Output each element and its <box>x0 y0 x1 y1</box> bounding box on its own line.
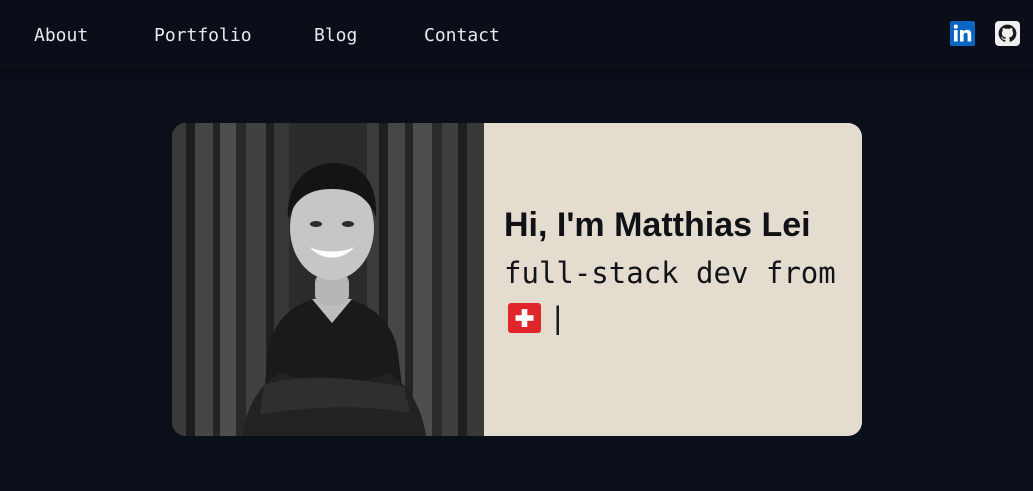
portrait-photo <box>172 123 484 436</box>
hero-headline: Hi, I'm Matthias Lei <box>504 206 811 244</box>
tagline-text: full-stack dev from <box>504 256 836 290</box>
nav-link-portfolio[interactable]: Portfolio <box>154 25 252 47</box>
intro-card: Hi, I'm Matthias Lei full-stack dev from… <box>172 123 862 436</box>
hero-tagline: full-stack dev from | <box>504 251 849 341</box>
nav-link-blog[interactable]: Blog <box>314 25 357 47</box>
nav-link-about[interactable]: About <box>34 25 88 47</box>
linkedin-icon[interactable] <box>950 21 975 46</box>
github-icon[interactable] <box>995 21 1020 46</box>
nav-link-contact[interactable]: Contact <box>424 25 500 47</box>
typing-caret: | <box>549 301 567 335</box>
top-navbar: About Portfolio Blog Contact <box>0 0 1033 69</box>
swiss-flag-icon <box>508 303 541 333</box>
